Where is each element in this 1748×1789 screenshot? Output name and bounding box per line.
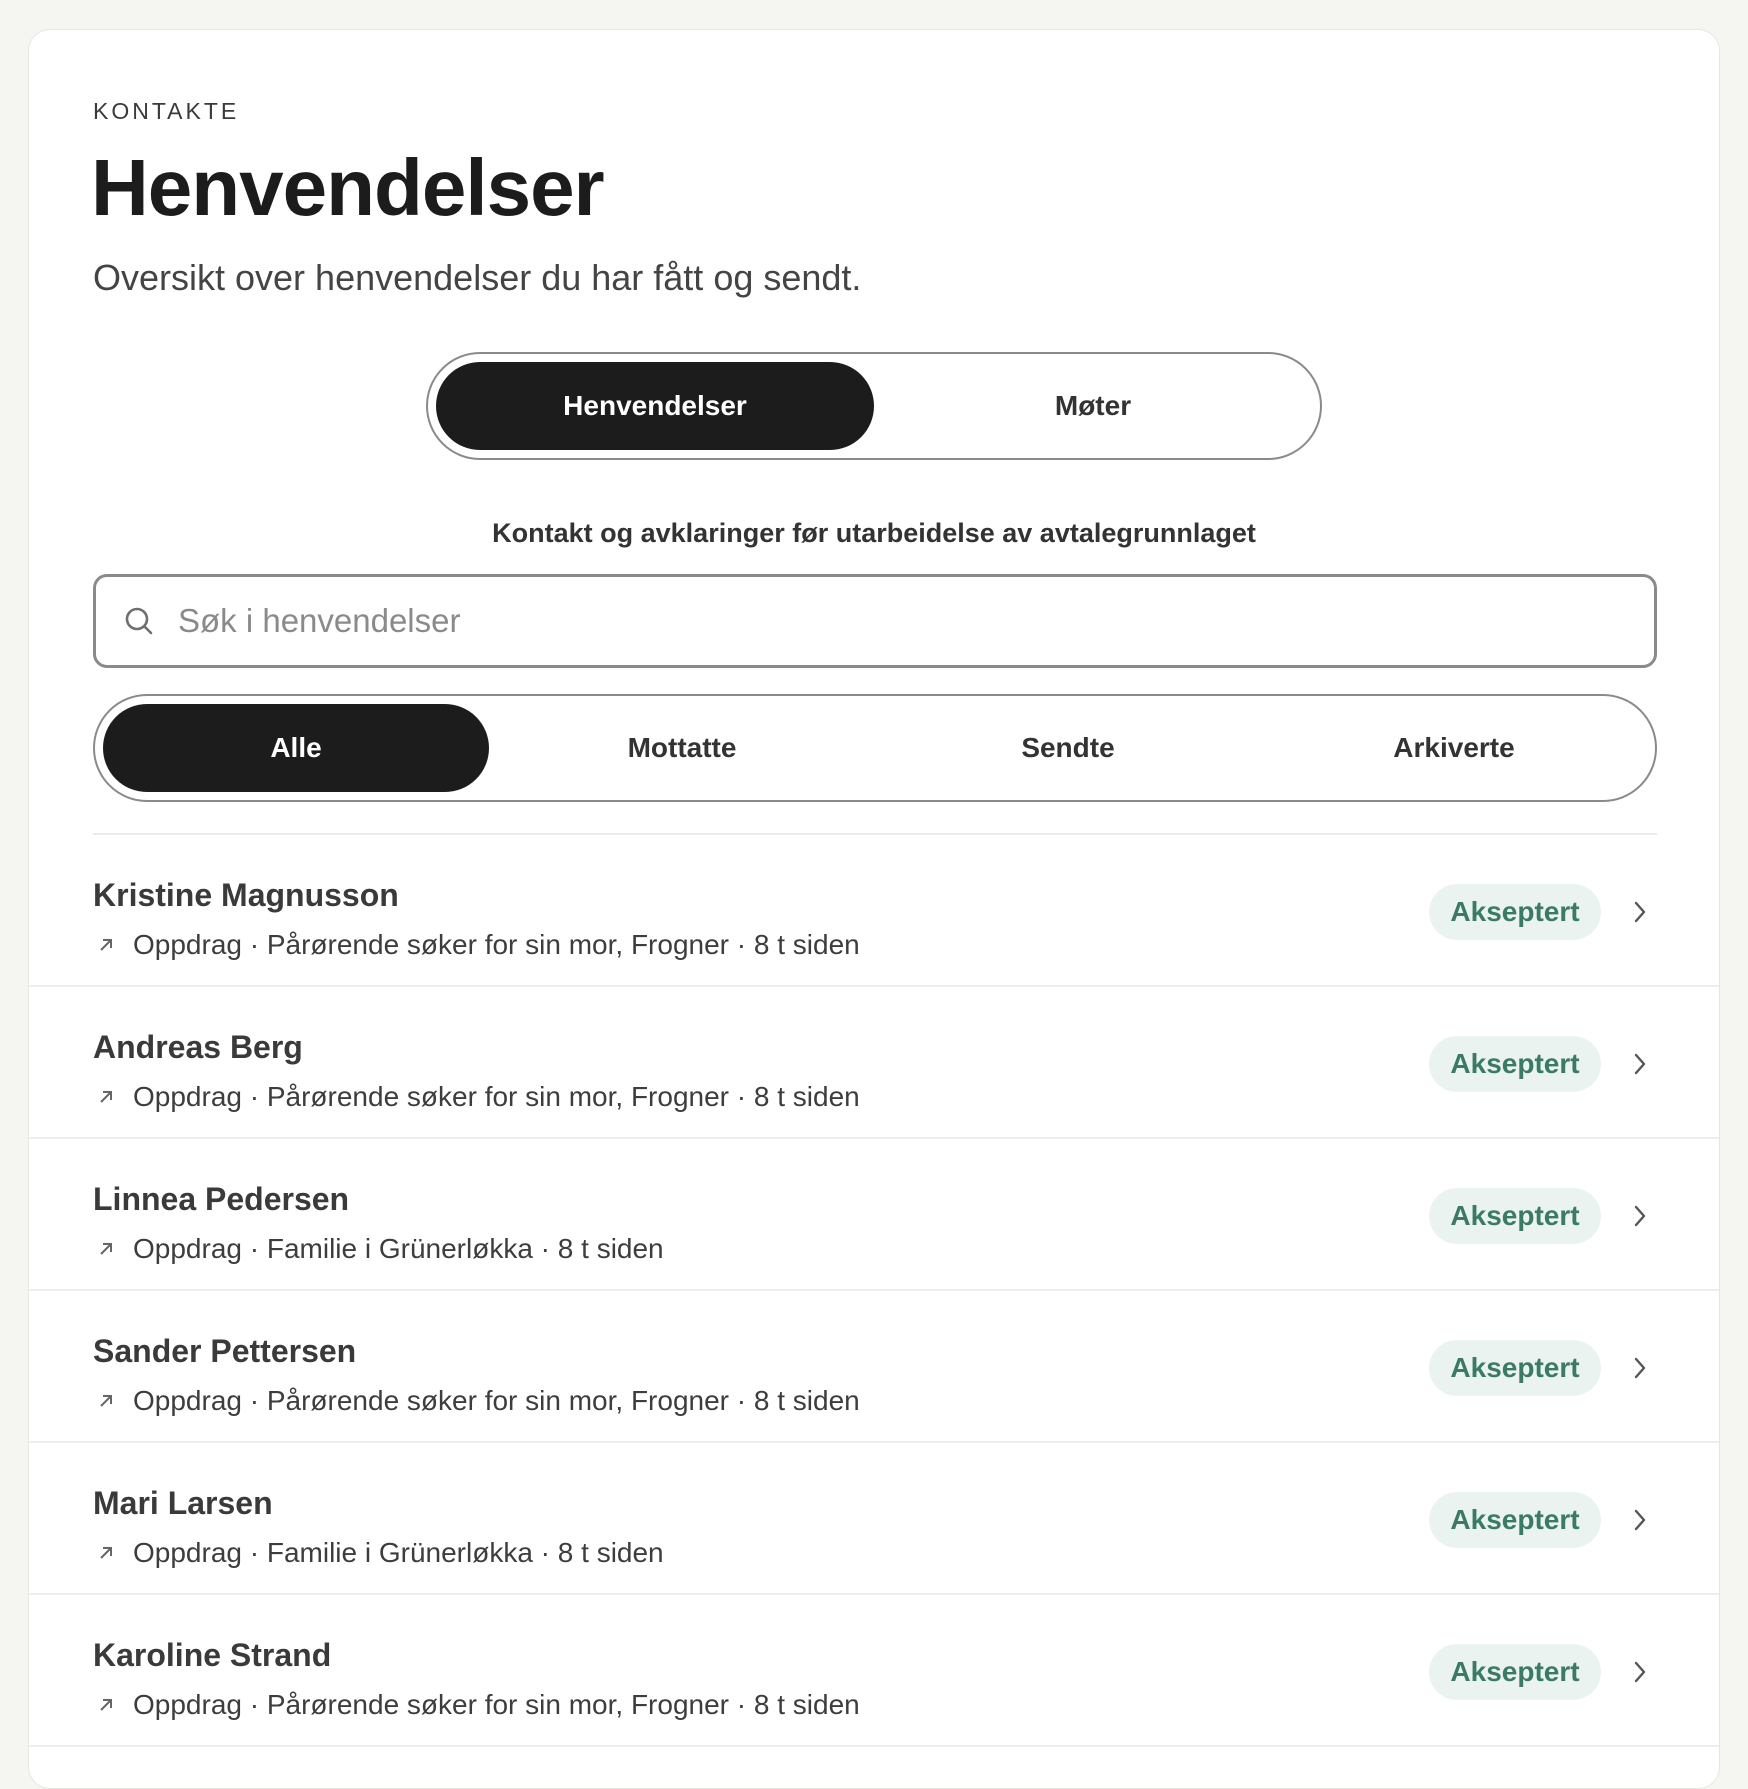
arrow-up-right-icon bbox=[93, 1540, 119, 1566]
chevron-right-icon[interactable] bbox=[1629, 1659, 1651, 1685]
item-meta: Oppdrag · Familie i Grünerløkka · 8 t si… bbox=[93, 1537, 664, 1569]
item-meta: Oppdrag · Familie i Grünerløkka · 8 t si… bbox=[93, 1233, 664, 1265]
item-meta-text: Oppdrag · Familie i Grünerløkka · 8 t si… bbox=[133, 1537, 664, 1568]
item-meta-text: Oppdrag · Familie i Grünerløkka · 8 t si… bbox=[133, 1233, 664, 1264]
status-badge: Akseptert bbox=[1429, 1188, 1601, 1244]
tab-henvendelser[interactable]: Henvendelser bbox=[436, 362, 874, 450]
view-toggle: Henvendelser Møter bbox=[426, 352, 1322, 460]
filter-mottatte[interactable]: Mottatte bbox=[489, 704, 875, 792]
page-subtitle: Oversikt over henvendelser du har fått o… bbox=[93, 257, 862, 298]
arrow-up-right-icon bbox=[93, 1692, 119, 1718]
list-item[interactable]: Karoline Strand Oppdrag · Pårørende søke… bbox=[29, 1595, 1719, 1747]
contact-name: Mari Larsen bbox=[93, 1485, 273, 1521]
filter-alle[interactable]: Alle bbox=[103, 704, 489, 792]
arrow-up-right-icon bbox=[93, 1084, 119, 1110]
arrow-up-right-icon bbox=[93, 1236, 119, 1262]
inquiry-list: Kristine Magnusson Oppdrag · Pårørende s… bbox=[29, 835, 1719, 1747]
chevron-right-icon[interactable] bbox=[1629, 1355, 1651, 1381]
search-input[interactable] bbox=[178, 602, 1578, 640]
item-meta: Oppdrag · Pårørende søker for sin mor, F… bbox=[93, 1081, 860, 1113]
page-title: Henvendelser bbox=[91, 143, 605, 232]
status-badge: Akseptert bbox=[1429, 1644, 1601, 1700]
chevron-right-icon[interactable] bbox=[1629, 899, 1651, 925]
item-meta: Oppdrag · Pårørende søker for sin mor, F… bbox=[93, 1689, 860, 1721]
status-badge: Akseptert bbox=[1429, 1036, 1601, 1092]
contact-name: Karoline Strand bbox=[93, 1637, 332, 1673]
list-item[interactable]: Sander Pettersen Oppdrag · Pårørende søk… bbox=[29, 1291, 1719, 1443]
contact-name: Linnea Pedersen bbox=[93, 1181, 350, 1217]
contact-name: Andreas Berg bbox=[93, 1029, 303, 1065]
item-meta: Oppdrag · Pårørende søker for sin mor, F… bbox=[93, 1385, 860, 1417]
chevron-right-icon[interactable] bbox=[1629, 1507, 1651, 1533]
status-badge: Akseptert bbox=[1429, 884, 1601, 940]
section-eyebrow: KONTAKTE bbox=[93, 98, 240, 124]
list-item[interactable]: Linnea Pedersen Oppdrag · Familie i Grün… bbox=[29, 1139, 1719, 1291]
arrow-up-right-icon bbox=[93, 932, 119, 958]
item-meta: Oppdrag · Pårørende søker for sin mor, F… bbox=[93, 929, 860, 961]
item-meta-text: Oppdrag · Pårørende søker for sin mor, F… bbox=[133, 1689, 860, 1720]
filter-arkiverte[interactable]: Arkiverte bbox=[1261, 704, 1647, 792]
view-description: Kontakt og avklaringer før utarbeidelse … bbox=[492, 518, 1256, 548]
item-meta-text: Oppdrag · Pårørende søker for sin mor, F… bbox=[133, 1385, 860, 1416]
inquiries-card: KONTAKTE Henvendelser Oversikt over henv… bbox=[28, 29, 1720, 1789]
list-item[interactable]: Andreas Berg Oppdrag · Pårørende søker f… bbox=[29, 987, 1719, 1139]
search-box[interactable] bbox=[93, 574, 1657, 668]
contact-name: Sander Pettersen bbox=[93, 1333, 357, 1369]
search-icon bbox=[122, 604, 156, 638]
contact-name: Kristine Magnusson bbox=[93, 877, 399, 913]
chevron-right-icon[interactable] bbox=[1629, 1051, 1651, 1077]
item-meta-text: Oppdrag · Pårørende søker for sin mor, F… bbox=[133, 929, 860, 960]
filter-sendte[interactable]: Sendte bbox=[875, 704, 1261, 792]
tab-moter[interactable]: Møter bbox=[874, 362, 1312, 450]
item-meta-text: Oppdrag · Pårørende søker for sin mor, F… bbox=[133, 1081, 860, 1112]
chevron-right-icon[interactable] bbox=[1629, 1203, 1651, 1229]
status-badge: Akseptert bbox=[1429, 1340, 1601, 1396]
list-item[interactable]: Kristine Magnusson Oppdrag · Pårørende s… bbox=[29, 835, 1719, 987]
filter-tabs: Alle Mottatte Sendte Arkiverte bbox=[93, 694, 1657, 802]
arrow-up-right-icon bbox=[93, 1388, 119, 1414]
status-badge: Akseptert bbox=[1429, 1492, 1601, 1548]
list-item[interactable]: Mari Larsen Oppdrag · Familie i Grünerlø… bbox=[29, 1443, 1719, 1595]
